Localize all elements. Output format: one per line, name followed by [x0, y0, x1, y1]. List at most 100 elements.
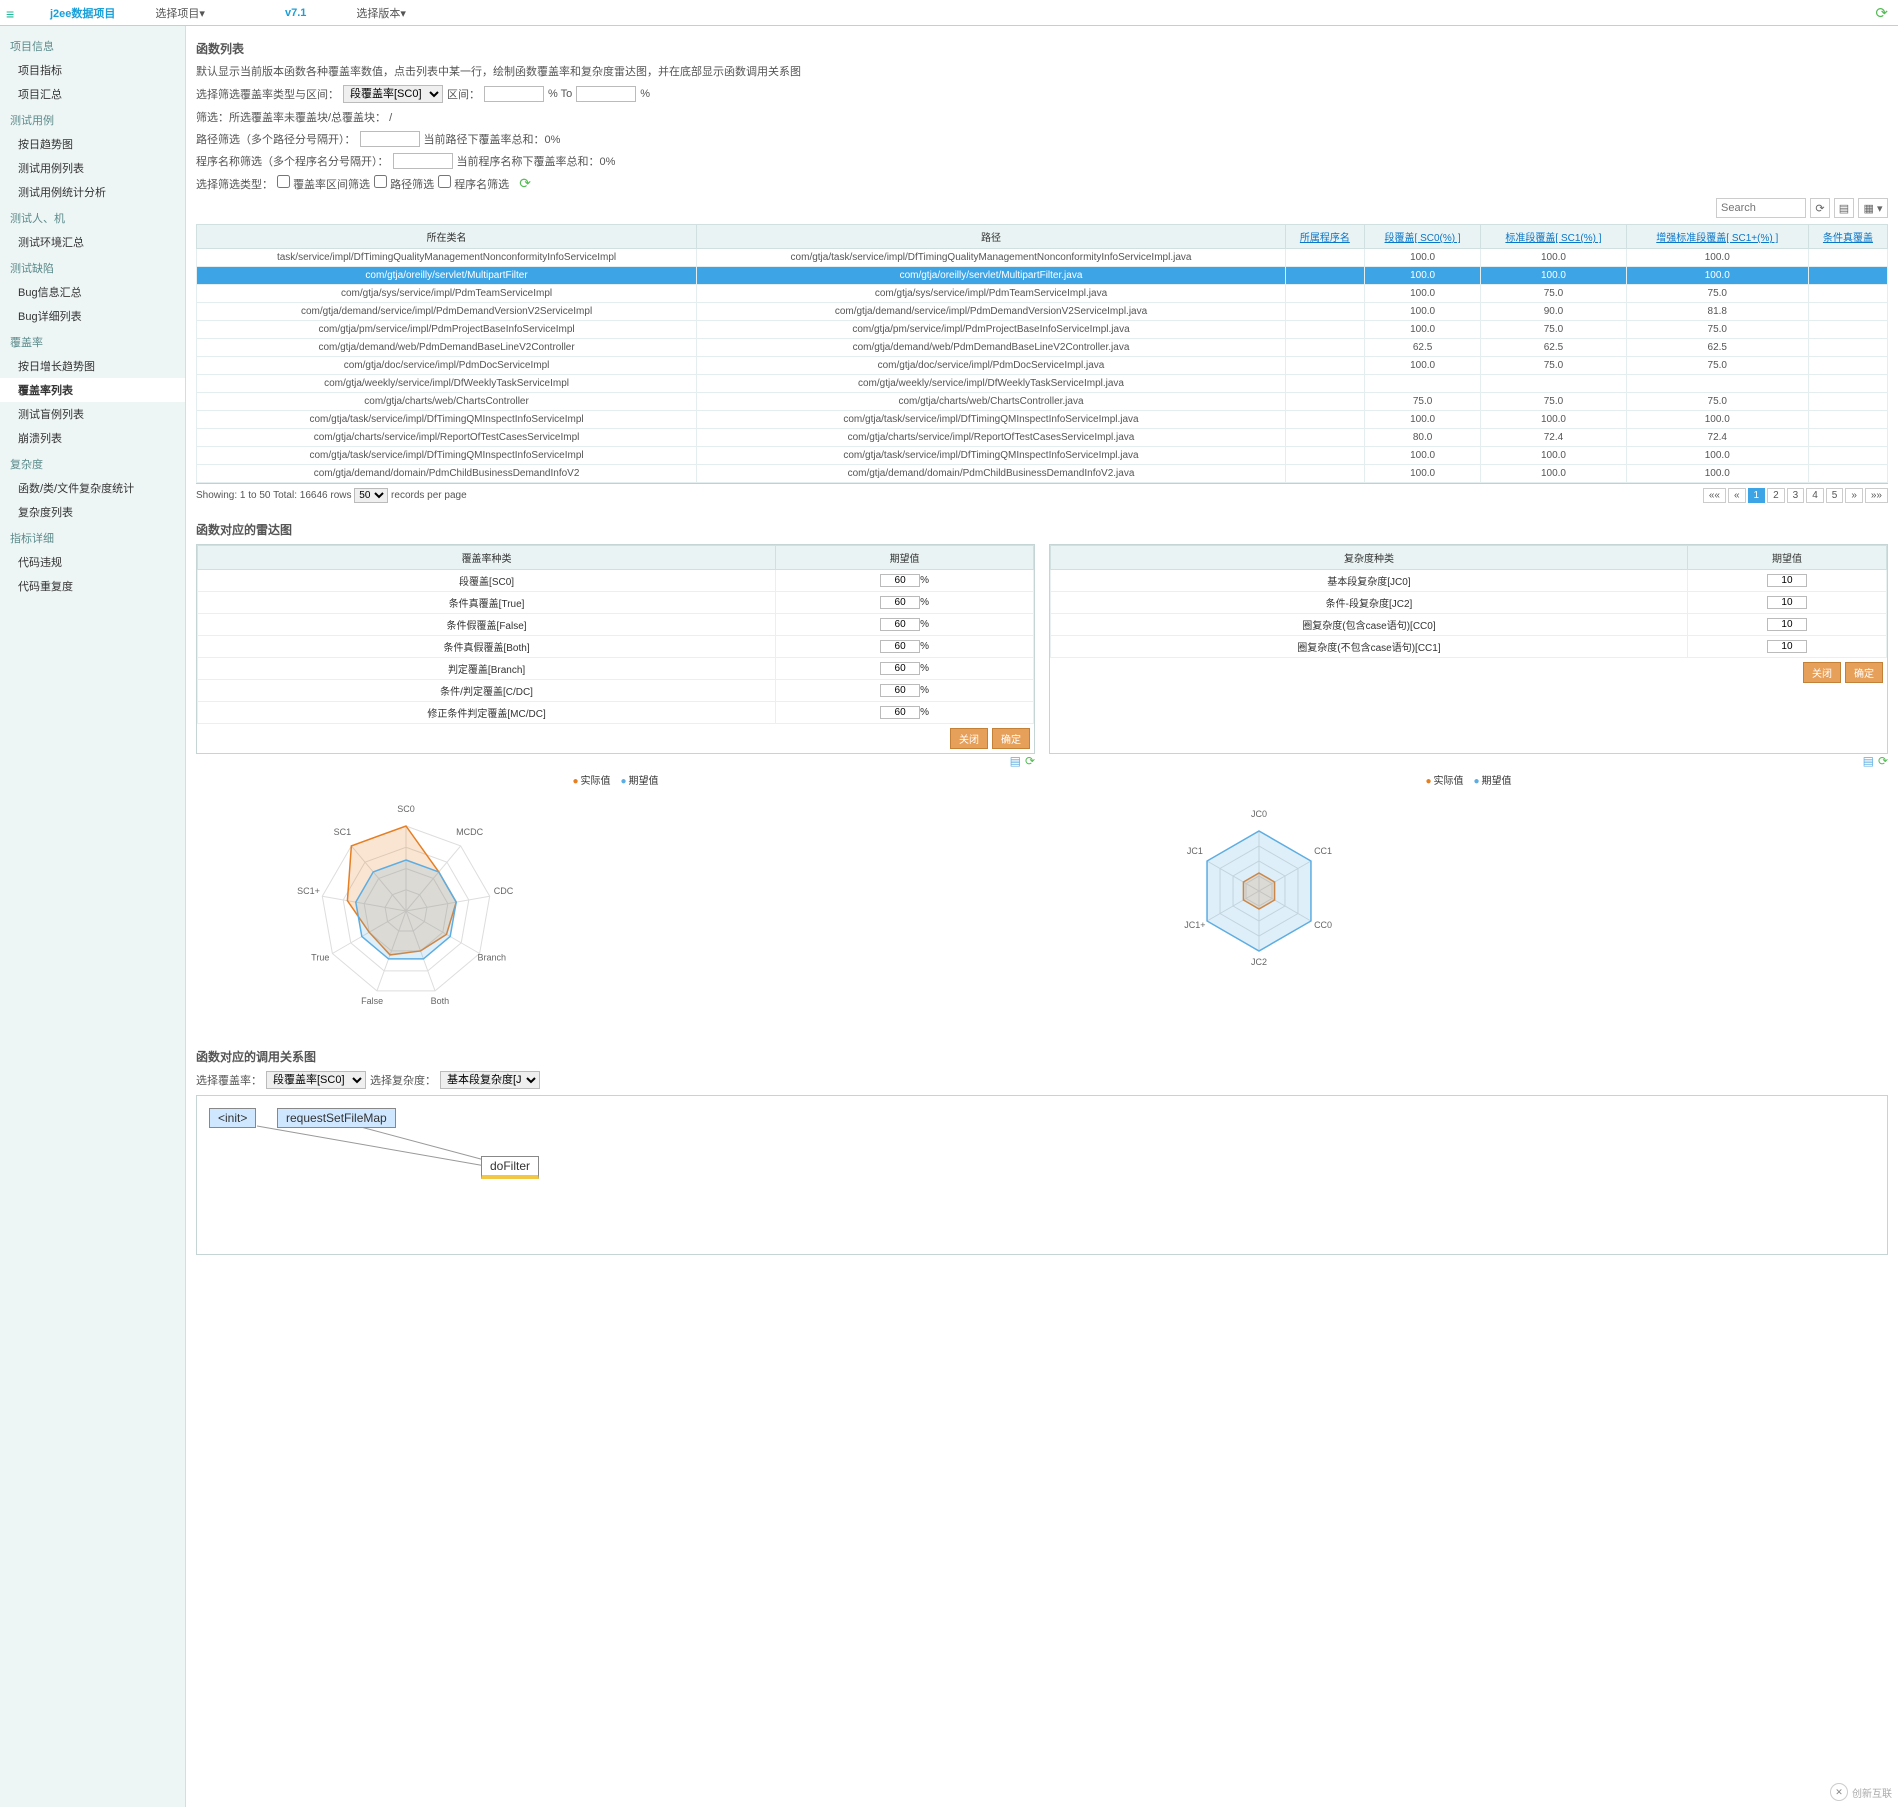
node-requestsetfilemap[interactable]: requestSetFileMap — [277, 1108, 396, 1128]
menu-icon[interactable]: ≡ — [6, 6, 22, 20]
project-select[interactable]: 选择项目▾ — [155, 5, 205, 21]
table-row[interactable]: com/gtja/sys/service/impl/PdmTeamService… — [197, 285, 1888, 303]
watermark-logo-icon: ✕ — [1830, 1783, 1848, 1801]
panel-value-input[interactable] — [880, 662, 920, 675]
table-row[interactable]: com/gtja/charts/service/impl/ReportOfTes… — [197, 429, 1888, 447]
table-row[interactable]: com/gtja/charts/web/ChartsControllercom/… — [197, 393, 1888, 411]
sidebar-item[interactable]: 函数/类/文件复杂度统计 — [0, 476, 185, 500]
col-header[interactable]: 条件真覆盖 — [1808, 225, 1887, 249]
cg-cov-select[interactable]: 段覆盖率[SC0] — [266, 1071, 366, 1089]
tb-export-icon[interactable]: ▤ — [1834, 198, 1854, 218]
filter-line-5: 选择筛选类型： 覆盖率区间筛选 路径筛选 程序名筛选 ⟳ — [196, 175, 1888, 192]
interval-to[interactable] — [576, 86, 636, 102]
col-header[interactable]: 段覆盖[ SC0(%) ] — [1364, 225, 1481, 249]
sidebar-item[interactable]: 代码违规 — [0, 550, 185, 574]
cov-type-select[interactable]: 段覆盖率[SC0] — [343, 85, 443, 103]
svg-text:SC1+: SC1+ — [297, 886, 320, 896]
sidebar-item[interactable]: 覆盖率列表 — [0, 378, 185, 402]
interval-from[interactable] — [484, 86, 544, 102]
table-row[interactable]: com/gtja/demand/web/PdmDemandBaseLineV2C… — [197, 339, 1888, 357]
pager-btn[interactable]: 4 — [1806, 488, 1824, 503]
sidebar-item[interactable]: 代码重复度 — [0, 574, 185, 598]
pager-btn[interactable]: «« — [1703, 488, 1726, 503]
sidebar-item[interactable]: Bug信息汇总 — [0, 280, 185, 304]
pager-btn[interactable]: 3 — [1787, 488, 1805, 503]
pager-btn[interactable]: 2 — [1767, 488, 1785, 503]
node-dofilter[interactable]: doFilter — [481, 1156, 539, 1179]
panel-value-input[interactable] — [880, 618, 920, 631]
radar-title: 函数对应的雷达图 — [196, 521, 1888, 538]
col-header[interactable]: 标准段覆盖[ SC1(%) ] — [1481, 225, 1626, 249]
cb-prog[interactable]: 程序名筛选 — [438, 175, 509, 192]
filter-refresh-icon[interactable]: ⟳ — [519, 175, 531, 192]
search-input[interactable] — [1716, 198, 1806, 218]
panel-value-input[interactable] — [880, 706, 920, 719]
tb-columns-icon[interactable]: ▦ ▾ — [1858, 198, 1888, 218]
sidebar-item[interactable]: 复杂度列表 — [0, 500, 185, 524]
callgraph-canvas[interactable]: <init> requestSetFileMap doFilter — [196, 1095, 1888, 1255]
panel-value-input[interactable] — [1767, 574, 1807, 587]
panel-value-input[interactable] — [880, 596, 920, 609]
sidebar-item[interactable]: 测试用例列表 — [0, 156, 185, 180]
table-row[interactable]: com/gtja/demand/service/impl/PdmDemandVe… — [197, 303, 1888, 321]
col-header[interactable]: 路径 — [697, 225, 1286, 249]
col-header[interactable]: 所属程序名 — [1285, 225, 1364, 249]
table-row[interactable]: com/gtja/task/service/impl/DfTimingQMIns… — [197, 411, 1888, 429]
sidebar-item[interactable]: 测试环境汇总 — [0, 230, 185, 254]
sidebar-item[interactable]: 项目汇总 — [0, 82, 185, 106]
col-header[interactable]: 所在类名 — [197, 225, 697, 249]
p1-close-button[interactable]: 关闭 — [950, 728, 988, 749]
p1-ok-button[interactable]: 确定 — [992, 728, 1030, 749]
topbar-refresh-icon[interactable]: ⟳ — [1875, 4, 1888, 22]
svg-text:True: True — [311, 953, 329, 963]
sidebar-item[interactable]: 测试用例统计分析 — [0, 180, 185, 204]
panel-value-input[interactable] — [880, 640, 920, 653]
pager-btn[interactable]: 5 — [1826, 488, 1844, 503]
prog-filter-input[interactable] — [393, 153, 453, 169]
table-row[interactable]: com/gtja/task/service/impl/DfTimingQMIns… — [197, 447, 1888, 465]
table-row[interactable]: com/gtja/oreilly/servlet/MultipartFilter… — [197, 267, 1888, 285]
table-row[interactable]: com/gtja/doc/service/impl/PdmDocServiceI… — [197, 357, 1888, 375]
pager-btn[interactable]: « — [1728, 488, 1746, 503]
pager-btn[interactable]: » — [1845, 488, 1863, 503]
panel-value-input[interactable] — [880, 684, 920, 697]
p2-close-button[interactable]: 关闭 — [1803, 662, 1841, 683]
table-row[interactable]: com/gtja/demand/domain/PdmChildBusinessD… — [197, 465, 1888, 483]
path-filter-input[interactable] — [360, 131, 420, 147]
watermark: ✕ 创新互联 — [1830, 1783, 1892, 1801]
table-row[interactable]: com/gtja/weekly/service/impl/DfWeeklyTas… — [197, 375, 1888, 393]
radar1-stack-icon[interactable]: ▤ — [1010, 754, 1021, 768]
radar2-stack-icon[interactable]: ▤ — [1863, 754, 1874, 768]
pager-btn[interactable]: 1 — [1748, 488, 1766, 503]
sidebar-item[interactable]: 按日增长趋势图 — [0, 354, 185, 378]
panel-value-input[interactable] — [1767, 618, 1807, 631]
table-scroll[interactable]: 所在类名路径所属程序名段覆盖[ SC0(%) ]标准段覆盖[ SC1(%) ]增… — [196, 224, 1888, 484]
sidebar-item[interactable]: 按日趋势图 — [0, 132, 185, 156]
pager-btn[interactable]: »» — [1865, 488, 1888, 503]
panel-key: 判定覆盖[Branch] — [198, 658, 776, 680]
sidebar-item[interactable]: 崩溃列表 — [0, 426, 185, 450]
col-header[interactable]: 增强标准段覆盖[ SC1+(%) ] — [1626, 225, 1808, 249]
cb-path[interactable]: 路径筛选 — [374, 175, 434, 192]
cb-interval[interactable]: 覆盖率区间筛选 — [277, 175, 370, 192]
node-init[interactable]: <init> — [209, 1108, 256, 1128]
radar2-refresh-icon[interactable]: ⟳ — [1878, 754, 1888, 768]
panel-key: 条件-段复杂度[JC2] — [1051, 592, 1688, 614]
table-row[interactable]: task/service/impl/DfTimingQualityManagem… — [197, 249, 1888, 267]
svg-text:SC0: SC0 — [397, 804, 415, 814]
cg-comp-select[interactable]: 基本段复杂度[JC0] — [440, 1071, 540, 1089]
tb-refresh-icon[interactable]: ⟳ — [1810, 198, 1830, 218]
main-content: 函数列表 默认显示当前版本函数各种覆盖率数值，点击列表中某一行，绘制函数覆盖率和… — [186, 26, 1898, 1807]
p2-ok-button[interactable]: 确定 — [1845, 662, 1883, 683]
table-row[interactable]: com/gtja/pm/service/impl/PdmProjectBaseI… — [197, 321, 1888, 339]
sidebar-item[interactable]: Bug详细列表 — [0, 304, 185, 328]
pager-perpage[interactable]: 50 — [354, 488, 388, 503]
panel-value-input[interactable] — [880, 574, 920, 587]
sidebar-item[interactable]: 项目指标 — [0, 58, 185, 82]
panel-value-input[interactable] — [1767, 640, 1807, 653]
panel-key: 条件真覆盖[True] — [198, 592, 776, 614]
radar1-refresh-icon[interactable]: ⟳ — [1025, 754, 1035, 768]
sidebar-item[interactable]: 测试盲例列表 — [0, 402, 185, 426]
panel-value-input[interactable] — [1767, 596, 1807, 609]
version-select[interactable]: 选择版本▾ — [356, 5, 406, 21]
